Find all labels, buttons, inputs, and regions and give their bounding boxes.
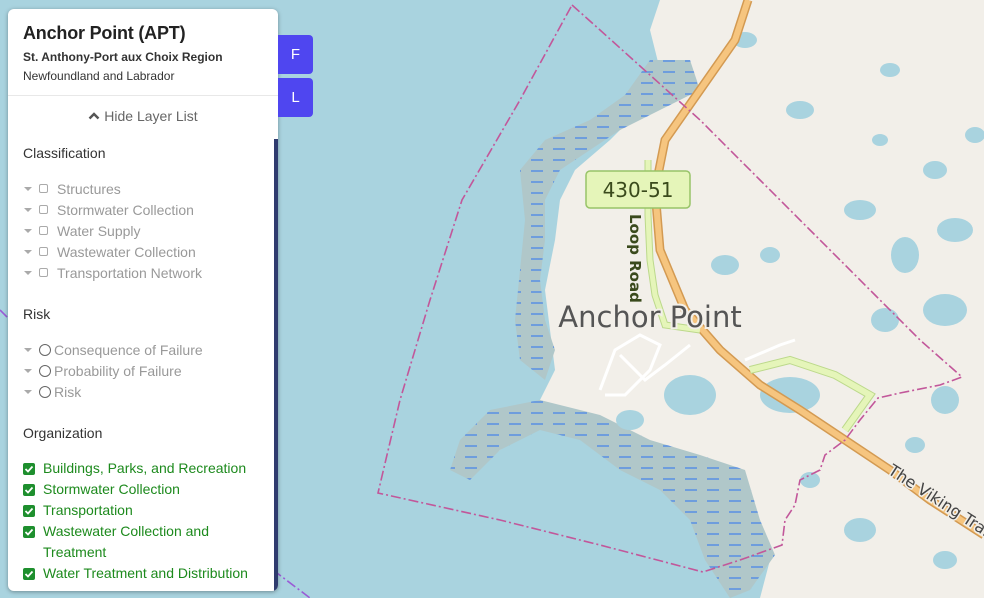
layer-item-water-treatment-distribution[interactable]: Water Treatment and Distribution [23,563,263,584]
layer-label: Risk [54,383,82,400]
layer-checkbox[interactable] [39,205,48,214]
layer-checkbox[interactable] [39,226,48,235]
caret-down-icon[interactable] [23,387,33,397]
place-label: Anchor Point [558,300,741,334]
layer-label: Water Treatment and Distribution [43,565,248,581]
layer-item-transportation-network[interactable]: Transportation Network [23,262,263,283]
layer-label: Buildings, Parks, and Recreation [43,460,247,476]
layer-label: Consequence of Failure [54,341,203,358]
layer-label: Wastewater Collection [57,243,196,260]
layer-item-structures[interactable]: Structures [23,178,263,199]
caret-down-icon[interactable] [23,247,33,257]
layer-label: Structures [57,180,121,197]
layer-item-risk[interactable]: Risk [23,381,263,402]
layer-checkbox[interactable] [39,247,48,256]
layer-label: Wastewater Collection and Treatment [43,523,210,560]
caret-down-icon[interactable] [23,366,33,376]
checkbox-checked-icon[interactable] [23,526,35,538]
layer-item-stormwater-collection[interactable]: Stormwater Collection [23,199,263,220]
classification-title: Classification [23,145,106,161]
layer-radio[interactable] [39,385,51,398]
layer-radio[interactable] [39,343,51,356]
layer-checkbox[interactable] [39,184,48,193]
route-shield-label: 430-51 [603,178,674,202]
hide-layer-list-label: Hide Layer List [104,108,198,124]
layer-label: Stormwater Collection [57,201,194,218]
organization-section: Organization Buildings, Parks, and Recre… [8,425,278,584]
checkbox-checked-icon[interactable] [23,505,35,517]
chevron-up-icon [88,112,100,120]
caret-down-icon[interactable] [23,205,33,215]
classification-section: Classification Structures Stormwater Col… [8,145,278,283]
layer-item-stormwater-collection-org[interactable]: Stormwater Collection [23,479,263,500]
risk-section: Risk Consequence of Failure Probability … [8,306,278,402]
layer-item-buildings-parks-recreation[interactable]: Buildings, Parks, and Recreation [23,458,263,479]
scrollbar[interactable] [274,139,278,591]
layer-item-wastewater-collection-treatment[interactable]: Wastewater Collection and Treatment [23,521,263,563]
layer-panel: Anchor Point (APT) St. Anthony-Port aux … [8,9,278,591]
layer-item-transportation[interactable]: Transportation [23,500,263,521]
layer-label: Probability of Failure [54,362,182,379]
layer-list[interactable]: Classification Structures Stormwater Col… [8,139,278,591]
hide-layer-list-button[interactable]: Hide Layer List [8,96,278,134]
layer-label: Stormwater Collection [43,481,180,497]
caret-down-icon[interactable] [23,184,33,194]
province-name: Newfoundland and Labrador [23,69,175,83]
caret-down-icon[interactable] [23,345,33,355]
layer-item-consequence-of-failure[interactable]: Consequence of Failure [23,339,263,360]
checkbox-checked-icon[interactable] [23,568,35,580]
layer-label: Transportation [43,502,133,518]
checkbox-checked-icon[interactable] [23,463,35,475]
f-button[interactable]: F [278,35,313,74]
layer-item-probability-of-failure[interactable]: Probability of Failure [23,360,263,381]
page-title: Anchor Point (APT) [23,23,186,43]
layer-label: Water Supply [57,222,141,239]
caret-down-icon[interactable] [23,226,33,236]
layer-label: Transportation Network [57,264,202,281]
layer-item-wastewater-collection[interactable]: Wastewater Collection [23,241,263,262]
loop-road-label: Loop Road [626,214,644,303]
organization-title: Organization [23,425,103,441]
panel-header: Anchor Point (APT) St. Anthony-Port aux … [8,9,278,96]
risk-title: Risk [23,306,51,322]
layer-radio[interactable] [39,364,51,377]
layer-checkbox[interactable] [39,268,48,277]
l-button[interactable]: L [278,78,313,117]
region-name: St. Anthony-Port aux Choix Region [23,50,223,64]
checkbox-checked-icon[interactable] [23,484,35,496]
layer-item-water-supply[interactable]: Water Supply [23,220,263,241]
caret-down-icon[interactable] [23,268,33,278]
route-shield: 430-51 [585,170,691,209]
